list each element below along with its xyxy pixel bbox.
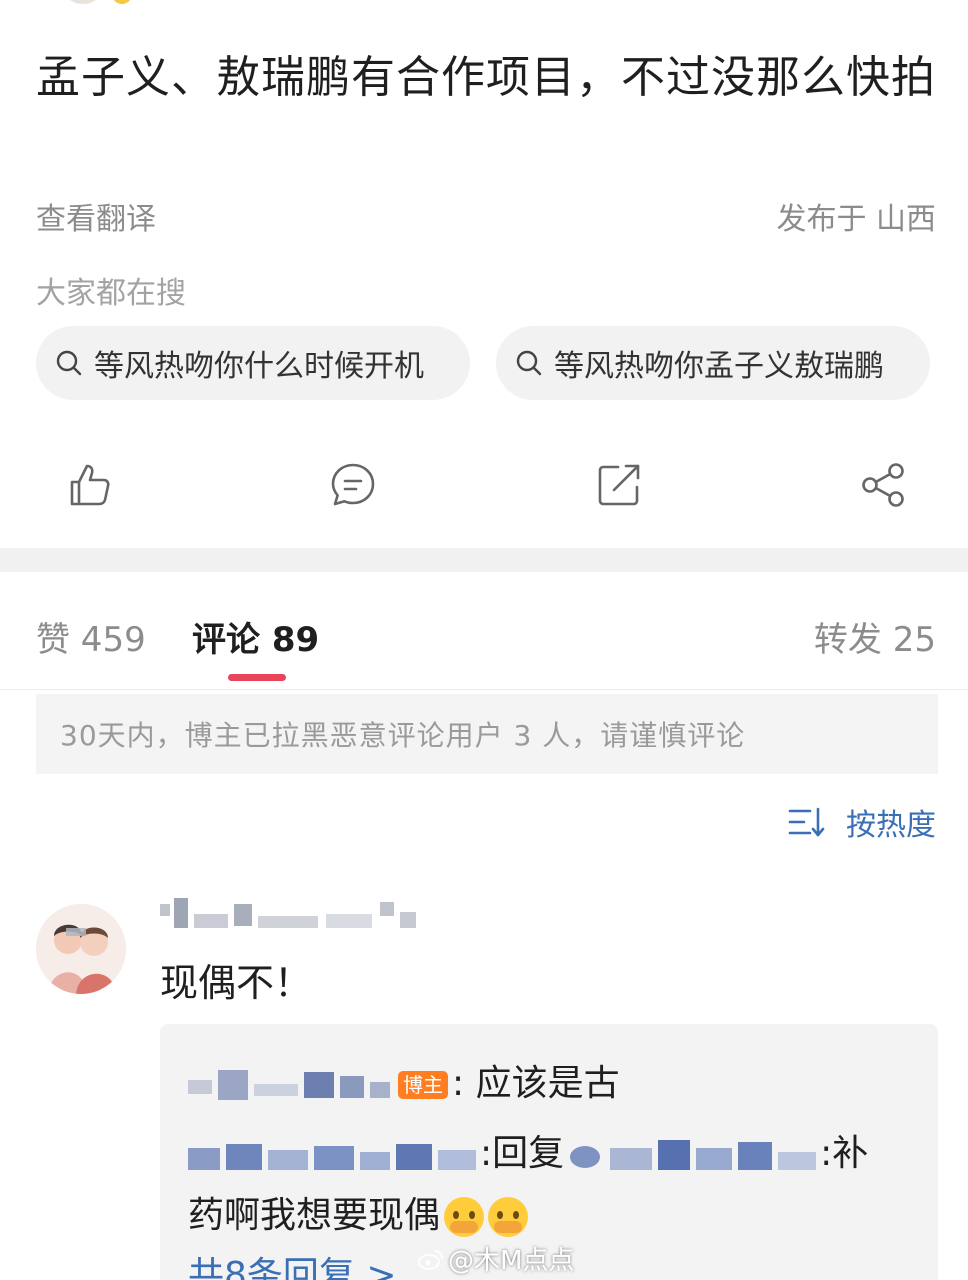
- tab-active-indicator: [228, 674, 286, 681]
- post-title: 孟子义、敖瑞鹏有合作项目，不过没那么快拍: [36, 52, 936, 103]
- action-bar: [0, 460, 968, 516]
- search-chip[interactable]: 等风热吻你什么时候开机: [36, 326, 470, 400]
- search-heading: 大家都在搜: [36, 276, 186, 311]
- reply-target-redacted[interactable]: [570, 1140, 820, 1170]
- comment-notice: 30天内，博主已拉黑恶意评论用户 3 人，请谨慎评论: [36, 694, 938, 774]
- search-chip[interactable]: 等风热吻你孟子义敖瑞鹏: [496, 326, 930, 400]
- section-divider: [0, 548, 968, 572]
- verified-badge-icon: [112, 0, 132, 4]
- sort-label: 按热度: [846, 808, 936, 843]
- avatar[interactable]: [36, 904, 126, 994]
- tab-bar: 赞 459 评论 89 转发 25: [0, 600, 968, 690]
- crying-emoji-icon: [488, 1197, 529, 1237]
- search-icon: [56, 350, 82, 376]
- reply-username-redacted[interactable]: [188, 1070, 394, 1100]
- search-chip-label: 等风热吻你什么时候开机: [94, 349, 424, 384]
- tab-comments[interactable]: 评论 89: [192, 612, 319, 661]
- reply-text: :回复: [480, 1133, 565, 1174]
- tab-reposts[interactable]: 转发 25: [814, 612, 936, 661]
- reply-item: 博主: 应该是古: [188, 1054, 620, 1106]
- post-location: 发布于 山西: [776, 202, 936, 237]
- more-replies-link[interactable]: 共8条回复 >: [188, 1246, 397, 1280]
- translate-link[interactable]: 查看翻译: [36, 194, 156, 238]
- reply-username-redacted[interactable]: [188, 1140, 480, 1170]
- repost-icon[interactable]: [594, 460, 644, 510]
- author-avatar[interactable]: [60, 0, 106, 4]
- sort-button[interactable]: 按热度: [788, 800, 936, 844]
- search-icon: [516, 350, 542, 376]
- reply-text: 药啊我想要现偶: [188, 1195, 441, 1236]
- weibo-logo-icon: [418, 1249, 443, 1270]
- search-chip-label: 等风热吻你孟子义敖瑞鹏: [554, 349, 884, 384]
- share-icon[interactable]: [858, 460, 908, 510]
- reply-item: :回复 :补: [188, 1124, 868, 1176]
- watermark-text: @木M点点: [448, 1246, 575, 1276]
- tab-likes[interactable]: 赞 459: [36, 612, 146, 661]
- reply-text: :补: [820, 1133, 869, 1174]
- comment-username-redacted[interactable]: [160, 898, 420, 932]
- sort-icon: [788, 807, 825, 837]
- watermark: @木M点点: [418, 1240, 574, 1277]
- tab-divider: [0, 689, 968, 690]
- reply-item-continued: 药啊我想要现偶: [188, 1186, 529, 1238]
- like-icon[interactable]: [64, 460, 114, 510]
- comment-icon[interactable]: [328, 460, 378, 510]
- reply-text: : 应该是古: [452, 1063, 620, 1104]
- comment-text: 现偶不！: [160, 961, 313, 1005]
- host-tag: 博主: [398, 1071, 448, 1099]
- avatar-illustration: [36, 904, 126, 994]
- crying-emoji-icon: [444, 1197, 485, 1237]
